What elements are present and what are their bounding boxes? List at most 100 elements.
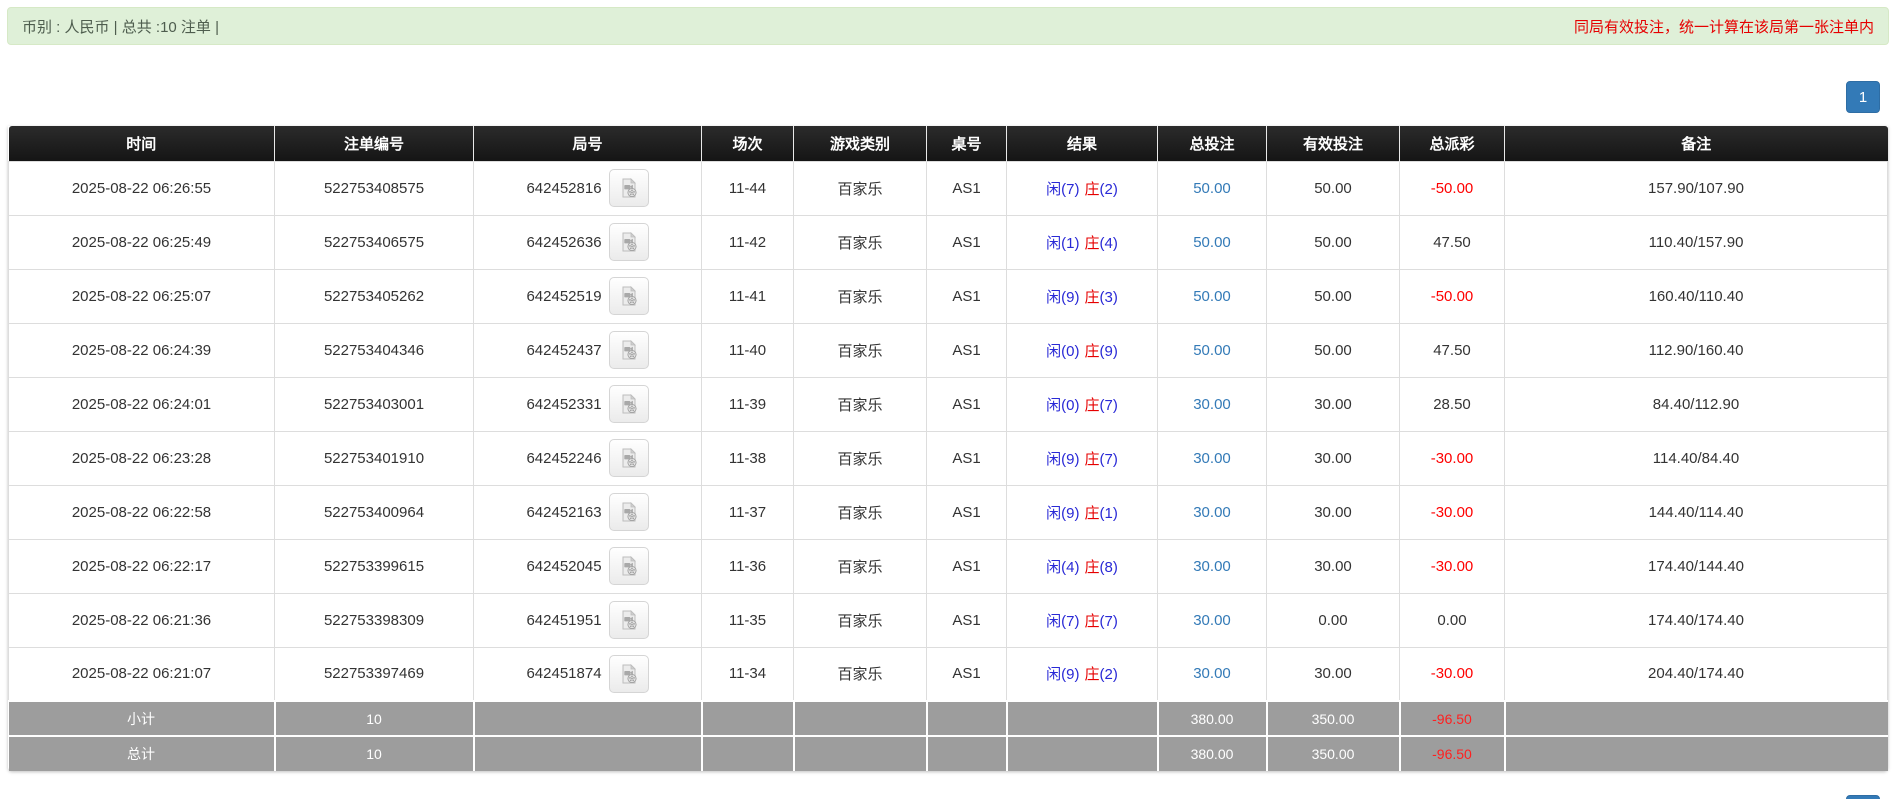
table-row: 2025-08-22 06:26:55 522753408575 6424528… bbox=[9, 161, 1888, 215]
cell-result: 闲(0)庄(9) bbox=[1007, 323, 1158, 377]
total-bet-link[interactable]: 30.00 bbox=[1193, 504, 1231, 521]
total-bet-link[interactable]: 50.00 bbox=[1193, 234, 1231, 251]
result-banker: 庄 bbox=[1084, 235, 1099, 252]
currency-summary-text: 币别 : 人民币 | 总共 :10 注单 | bbox=[22, 16, 219, 37]
cell-bet-id: 522753404346 bbox=[275, 323, 474, 377]
result-banker: 庄 bbox=[1084, 613, 1099, 630]
cell-session: 11-41 bbox=[702, 269, 794, 323]
cell-session: 11-36 bbox=[702, 539, 794, 593]
cell-round-id: 642452163 bbox=[474, 485, 702, 539]
bet-records-table-wrap: 时间 注单编号 局号 场次 游戏类别 桌号 结果 总投注 有效投注 总派彩 备注… bbox=[8, 126, 1888, 771]
round-number: 642452331 bbox=[526, 396, 601, 413]
cell-total-bet: 30.00 bbox=[1158, 377, 1267, 431]
result-banker: 庄 bbox=[1084, 666, 1099, 683]
video-replay-button[interactable] bbox=[609, 547, 649, 585]
round-number: 642452816 bbox=[526, 180, 601, 197]
cell-payout: -30.00 bbox=[1400, 431, 1505, 485]
cell-session: 11-42 bbox=[702, 215, 794, 269]
cell-payout: 47.50 bbox=[1400, 323, 1505, 377]
round-number: 642452437 bbox=[526, 342, 601, 359]
cell-remark: 112.90/160.40 bbox=[1505, 323, 1888, 377]
total-bet-link[interactable]: 30.00 bbox=[1193, 396, 1231, 413]
cell-table-no: AS1 bbox=[927, 161, 1007, 215]
subtotal-count: 10 bbox=[275, 701, 474, 736]
video-file-icon bbox=[618, 609, 640, 631]
cell-round-id: 642452636 bbox=[474, 215, 702, 269]
total-bet-link[interactable]: 30.00 bbox=[1193, 558, 1231, 575]
col-header-bet-id: 注单编号 bbox=[275, 126, 474, 161]
result-banker-score: (8) bbox=[1100, 559, 1118, 576]
round-number: 642452163 bbox=[526, 504, 601, 521]
table-row: 2025-08-22 06:22:17 522753399615 6424520… bbox=[9, 539, 1888, 593]
video-replay-button[interactable] bbox=[609, 331, 649, 369]
cell-total-bet: 50.00 bbox=[1158, 215, 1267, 269]
video-file-icon bbox=[618, 285, 640, 307]
video-replay-button[interactable] bbox=[609, 655, 649, 693]
result-banker-score: (3) bbox=[1100, 289, 1118, 306]
result-banker: 庄 bbox=[1084, 343, 1099, 360]
total-bet-link[interactable]: 50.00 bbox=[1193, 288, 1231, 305]
cell-valid-bet: 0.00 bbox=[1267, 593, 1400, 647]
video-replay-button[interactable] bbox=[609, 223, 649, 261]
cell-game-type: 百家乐 bbox=[794, 431, 927, 485]
result-banker-score: (7) bbox=[1100, 451, 1118, 468]
video-file-icon bbox=[618, 339, 640, 361]
grand-total-row: 总计 10 380.00 350.00 -96.50 bbox=[9, 736, 1888, 771]
bet-records-table: 时间 注单编号 局号 场次 游戏类别 桌号 结果 总投注 有效投注 总派彩 备注… bbox=[8, 126, 1888, 771]
cell-round-id: 642452437 bbox=[474, 323, 702, 377]
cell-remark: 114.40/84.40 bbox=[1505, 431, 1888, 485]
cell-remark: 84.40/112.90 bbox=[1505, 377, 1888, 431]
pagination-page-button-bottom[interactable]: 1 bbox=[1846, 795, 1880, 799]
col-header-payout: 总派彩 bbox=[1400, 126, 1505, 161]
cell-valid-bet: 50.00 bbox=[1267, 269, 1400, 323]
result-banker: 庄 bbox=[1084, 289, 1099, 306]
total-bet-link[interactable]: 50.00 bbox=[1193, 180, 1231, 197]
cell-result: 闲(9)庄(1) bbox=[1007, 485, 1158, 539]
video-replay-button[interactable] bbox=[609, 601, 649, 639]
result-player: 闲(9) bbox=[1046, 451, 1079, 468]
col-header-remark: 备注 bbox=[1505, 126, 1888, 161]
video-replay-button[interactable] bbox=[609, 439, 649, 477]
cell-round-id: 642452246 bbox=[474, 431, 702, 485]
cell-game-type: 百家乐 bbox=[794, 323, 927, 377]
cell-payout: -30.00 bbox=[1400, 485, 1505, 539]
video-file-icon bbox=[618, 447, 640, 469]
cell-bet-id: 522753405262 bbox=[275, 269, 474, 323]
result-banker-score: (1) bbox=[1100, 505, 1118, 522]
subtotal-total-bet: 380.00 bbox=[1158, 701, 1267, 736]
video-replay-button[interactable] bbox=[609, 169, 649, 207]
video-replay-button[interactable] bbox=[609, 493, 649, 531]
cell-remark: 157.90/107.90 bbox=[1505, 161, 1888, 215]
cell-bet-id: 522753400964 bbox=[275, 485, 474, 539]
result-player: 闲(9) bbox=[1046, 666, 1079, 683]
cell-table-no: AS1 bbox=[927, 269, 1007, 323]
cell-session: 11-39 bbox=[702, 377, 794, 431]
video-replay-button[interactable] bbox=[609, 277, 649, 315]
result-banker-score: (7) bbox=[1100, 613, 1118, 630]
video-replay-button[interactable] bbox=[609, 385, 649, 423]
total-bet-link[interactable]: 30.00 bbox=[1193, 450, 1231, 467]
round-number: 642452246 bbox=[526, 450, 601, 467]
table-row: 2025-08-22 06:23:28 522753401910 6424522… bbox=[9, 431, 1888, 485]
cell-round-id: 642451874 bbox=[474, 647, 702, 701]
video-file-icon bbox=[618, 231, 640, 253]
cell-result: 闲(7)庄(7) bbox=[1007, 593, 1158, 647]
total-bet-link[interactable]: 30.00 bbox=[1193, 665, 1231, 682]
cell-result: 闲(0)庄(7) bbox=[1007, 377, 1158, 431]
cell-game-type: 百家乐 bbox=[794, 161, 927, 215]
grand-total-label: 总计 bbox=[9, 736, 275, 771]
cell-result: 闲(4)庄(8) bbox=[1007, 539, 1158, 593]
table-row: 2025-08-22 06:21:07 522753397469 6424518… bbox=[9, 647, 1888, 701]
cell-session: 11-34 bbox=[702, 647, 794, 701]
pagination-page-button[interactable]: 1 bbox=[1846, 81, 1880, 113]
round-number: 642452519 bbox=[526, 288, 601, 305]
col-header-round-id: 局号 bbox=[474, 126, 702, 161]
total-bet-link[interactable]: 30.00 bbox=[1193, 612, 1231, 629]
table-header: 时间 注单编号 局号 场次 游戏类别 桌号 结果 总投注 有效投注 总派彩 备注 bbox=[9, 126, 1888, 161]
cell-payout: 47.50 bbox=[1400, 215, 1505, 269]
cell-remark: 174.40/144.40 bbox=[1505, 539, 1888, 593]
result-banker-score: (2) bbox=[1100, 666, 1118, 683]
cell-time: 2025-08-22 06:24:39 bbox=[9, 323, 275, 377]
cell-valid-bet: 50.00 bbox=[1267, 323, 1400, 377]
total-bet-link[interactable]: 50.00 bbox=[1193, 342, 1231, 359]
